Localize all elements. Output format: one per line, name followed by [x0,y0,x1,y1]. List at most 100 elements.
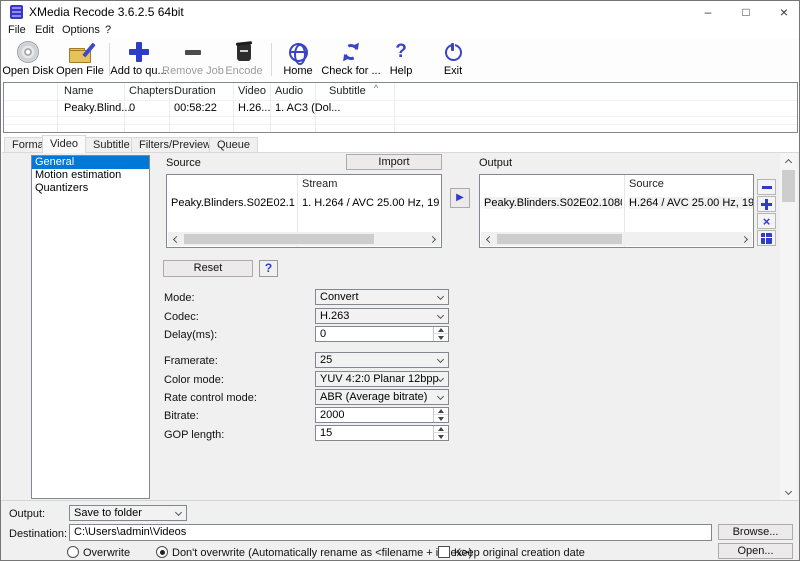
stream-delete-button[interactable]: × [757,213,776,229]
overwrite-radio[interactable] [67,546,79,558]
column-header-duration[interactable]: Duration [174,85,216,100]
scroll-left-icon[interactable] [481,232,495,246]
overwrite-label[interactable]: Overwrite [83,547,130,559]
chevron-down-icon [437,356,444,363]
scroll-left-icon[interactable] [168,232,182,246]
list-item-quantizers[interactable]: Quantizers [32,182,149,195]
open-file-button[interactable]: Open File [55,40,105,79]
spin-down-icon[interactable] [434,433,448,440]
menu-file[interactable]: File [8,24,26,36]
spin-down-icon[interactable] [434,334,448,341]
ratecontrol-select[interactable]: ABR (Average bitrate) [315,389,449,405]
close-button[interactable]: × [765,1,800,23]
column-header-audio[interactable]: Audio [275,85,303,100]
globe-icon [289,43,308,62]
refresh-icon [341,42,362,63]
bitrate-input[interactable]: 2000 [315,407,449,423]
spin-up-icon[interactable] [434,408,448,415]
question-icon: ? [395,41,407,63]
keep-date-checkbox[interactable] [438,546,450,558]
column-header-chapters[interactable]: Chapters [129,85,174,100]
source-stream-column[interactable]: Stream [302,178,337,190]
output-stream-table[interactable]: Source Peaky.Blinders.S02E02.1080p.rus.L… [479,174,754,248]
source-stream-table[interactable]: Stream Peaky.Blinders.S02E02.1080p.ru...… [166,174,442,248]
maximize-button[interactable]: □ [727,1,765,23]
spin-up-icon[interactable] [434,426,448,433]
exit-button[interactable]: Exit [429,40,477,79]
cell-duration: 00:58:22 [174,102,217,117]
chevron-down-icon [437,312,444,319]
tab-strip: Format Video Subtitle Filters/Preview Qu… [1,135,799,152]
output-mode-select[interactable]: Save to folder [69,505,187,521]
open-button[interactable]: Open... [718,543,793,559]
menu-edit[interactable]: Edit [35,24,54,36]
list-item-general[interactable]: General [32,156,149,169]
menu-help[interactable]: ? [105,24,111,36]
browse-button[interactable]: Browse... [718,524,793,540]
scroll-thumb[interactable] [497,234,622,244]
scroll-right-icon[interactable] [738,232,752,246]
transfer-stream-button[interactable]: ▶ [450,188,470,208]
source-file-name: Peaky.Blinders.S02E02.1080p.ru... [171,197,295,209]
video-tab-panel: General Motion estimation Quantizers Sou… [2,152,800,500]
add-to-queue-button[interactable]: Add to qu... [112,40,165,79]
plus-icon [129,42,149,62]
toolbar: Open Disk Open File Add to qu... Remove … [1,39,799,80]
source-label: Source [166,157,201,169]
scroll-right-icon[interactable] [426,232,440,246]
play-icon: ▶ [456,193,464,203]
scroll-thumb[interactable] [184,234,374,244]
encode-icon [237,44,251,61]
codec-help-button[interactable]: ? [259,260,278,277]
tab-filters-preview[interactable]: Filters/Preview [131,137,219,153]
spin-down-icon[interactable] [434,415,448,422]
column-header-subtitle[interactable]: Subtitle [329,85,366,100]
cell-audio: 1. AC3 (Dol... [275,102,340,117]
framerate-select[interactable]: 25 [315,352,449,368]
output-source-column[interactable]: Source [629,178,664,190]
title-bar: XMedia Recode 3.6.2.5 64bit – □ × [1,1,799,23]
source-hscrollbar[interactable] [168,232,440,246]
dont-overwrite-radio[interactable] [156,546,168,558]
list-item-motion-estimation[interactable]: Motion estimation [32,169,149,182]
menu-options[interactable]: Options [62,24,100,36]
mode-select[interactable]: Convert [315,289,449,305]
codec-select[interactable]: H.263 [315,308,449,324]
tab-queue[interactable]: Queue [209,137,258,153]
delay-input[interactable]: 0 [315,326,449,342]
open-disk-button[interactable]: Open Disk [3,40,53,79]
scroll-thumb[interactable] [782,170,795,202]
tab-video[interactable]: Video [42,135,86,153]
tab-subtitle[interactable]: Subtitle [85,137,138,153]
destination-label: Destination: [9,528,67,540]
reset-button[interactable]: Reset [163,260,253,277]
colormode-select[interactable]: YUV 4:2:0 Planar 12bpp [315,371,449,387]
category-list[interactable]: General Motion estimation Quantizers [31,155,150,499]
dont-overwrite-label[interactable]: Don't overwrite (Automatically rename as… [172,547,472,559]
check-updates-button[interactable]: Check for ... [322,40,380,79]
output-hscrollbar[interactable] [481,232,752,246]
gop-length-input[interactable]: 15 [315,425,449,441]
stream-remove-button[interactable] [757,179,776,195]
delay-label: Delay(ms): [164,329,217,341]
keep-date-label[interactable]: Keep original creation date [454,547,585,559]
help-button[interactable]: ? Help [380,40,422,79]
column-header-video[interactable]: Video [238,85,266,100]
colormode-label: Color mode: [164,374,224,386]
minimize-button[interactable]: – [689,1,727,23]
job-list-table[interactable]: Name Chapters Duration Video Audio Subti… [3,82,798,133]
mode-label: Mode: [164,292,195,304]
column-header-name[interactable]: Name [64,85,93,100]
stream-add-button[interactable] [757,196,776,212]
minus-icon [762,186,772,189]
spin-up-icon[interactable] [434,327,448,334]
stream-grid-button[interactable] [757,230,776,246]
scroll-down-icon[interactable] [781,485,795,499]
destination-input[interactable]: C:\Users\admin\Videos [69,524,712,541]
cell-video: H.26... [238,102,270,117]
import-button[interactable]: Import [346,154,442,170]
scroll-up-icon[interactable] [781,154,795,168]
output-stream-info: H.264 / AVC 25.00 Hz, 1920 x 108 [629,197,753,209]
home-button[interactable]: Home [275,40,321,79]
panel-vscrollbar[interactable] [780,153,797,500]
